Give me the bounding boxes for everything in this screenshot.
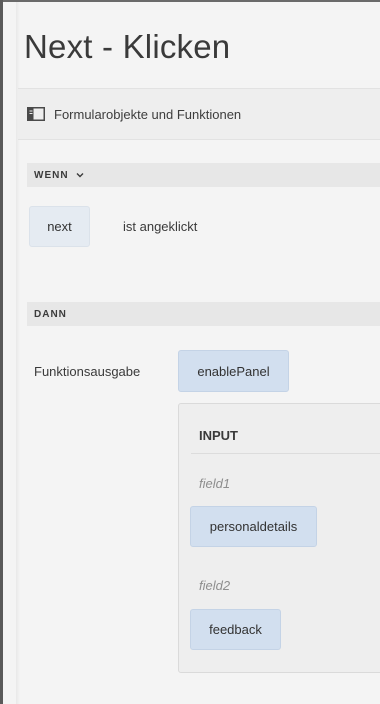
then-header-label: DANN bbox=[34, 308, 67, 320]
rule-editor-window: Next - Klicken Formularobjekte und Funkt… bbox=[0, 0, 380, 704]
page-title: Next - Klicken bbox=[24, 28, 231, 65]
condition-text: ist angeklickt bbox=[123, 219, 198, 234]
objects-functions-toolbar[interactable]: Formularobjekte und Funktionen bbox=[18, 88, 380, 140]
chevron-down-icon[interactable] bbox=[76, 172, 84, 178]
when-section-header[interactable]: WENN bbox=[27, 163, 380, 187]
input-divider bbox=[191, 453, 380, 454]
object-token-next[interactable]: next bbox=[29, 206, 90, 247]
when-header-label: WENN bbox=[34, 169, 69, 181]
field1-label: field1 bbox=[199, 476, 231, 491]
field1-value-token[interactable]: personaldetails bbox=[190, 506, 317, 547]
then-section-header[interactable]: DANN bbox=[27, 302, 380, 326]
sidebar-panel-icon[interactable] bbox=[26, 106, 46, 122]
action-label: Funktionsausgabe bbox=[34, 364, 141, 379]
input-title: INPUT bbox=[199, 428, 238, 443]
field2-label: field2 bbox=[199, 578, 231, 593]
field2-value-token[interactable]: feedback bbox=[190, 609, 281, 650]
function-token-enablepanel[interactable]: enablePanel bbox=[178, 350, 289, 392]
function-input-panel: INPUT field1 personaldetails field2 feed… bbox=[178, 403, 380, 673]
toolbar-label[interactable]: Formularobjekte und Funktionen bbox=[54, 107, 241, 122]
